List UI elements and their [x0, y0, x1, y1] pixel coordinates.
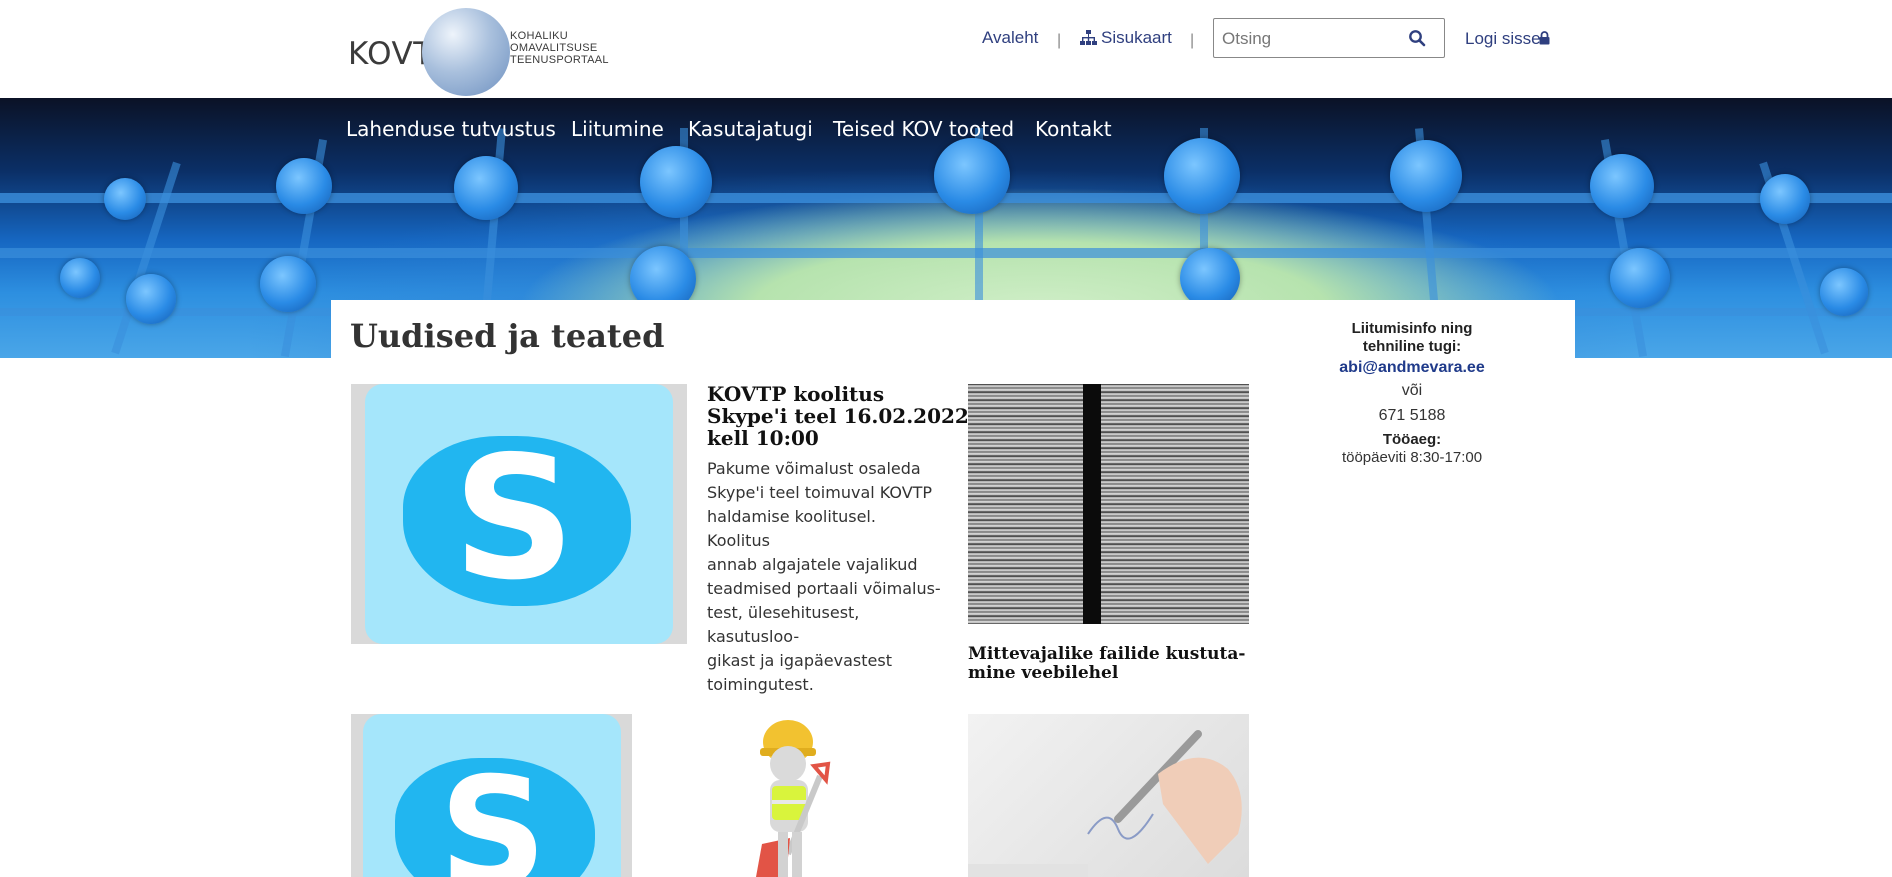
sitemap-link[interactable]: Sisukaart [1101, 28, 1172, 48]
grid-node [260, 256, 316, 312]
lock-icon [1539, 31, 1550, 45]
grid-node [1590, 154, 1654, 218]
support-heading-line: Liitumisinfo ning [1351, 320, 1473, 337]
news-image-papers[interactable] [968, 384, 1249, 624]
news-title-line: Mittevajalike failide kustuta- [968, 644, 1246, 664]
grid-node [126, 274, 176, 324]
support-email-link[interactable]: abi@andmevara.ee [1339, 359, 1484, 376]
news-body: Pakume võimalust osaleda Skype'i teel to… [707, 457, 943, 697]
sitemap-icon [1080, 30, 1097, 46]
or-text: või [1401, 382, 1423, 399]
grid-node [1610, 248, 1670, 308]
nav-item-teised-kov-tooted[interactable]: Teised KOV tooted [833, 117, 1014, 141]
page-title: Uudised ja teated [350, 317, 665, 355]
news-title[interactable]: KOVTP koolitus Skype'i teel 16.02.2022 k… [707, 383, 969, 449]
working-hours: tööpäeviti 8:30-17:00 [1341, 449, 1483, 466]
kovtp-logo[interactable]: KOVTP KOHALIKU OMAVALITSUSE TEENUSPORTAA… [348, 6, 609, 98]
home-link[interactable]: Avaleht [982, 28, 1038, 48]
separator: | [1190, 32, 1195, 49]
support-heading-line: tehniline tugi: [1362, 338, 1462, 355]
logo-subtitle-line: KOHALIKU [510, 30, 569, 42]
header: KOVTP KOHALIKU OMAVALITSUSE TEENUSPORTAA… [0, 0, 1892, 98]
news-title-line: Skype'i teel 16.02.2022 [707, 404, 969, 428]
news-body-line: teadmised portaali võimalus- [707, 579, 941, 598]
grid-node [454, 156, 518, 220]
news-title-line: kell 10:00 [707, 426, 819, 450]
news-body-line: Skype'i teel toimuval KOVTP [707, 483, 933, 502]
grid-node [1180, 248, 1240, 308]
nav-item-liitumine[interactable]: Liitumine [571, 117, 664, 141]
nav-item-kontakt[interactable]: Kontakt [1035, 117, 1112, 141]
support-phone: 671 5188 [1378, 407, 1446, 424]
grid-node [1820, 268, 1868, 316]
separator: | [1057, 32, 1062, 49]
grid-node [104, 178, 146, 220]
grid-node [276, 158, 332, 214]
news-image-skype[interactable]: S [351, 384, 687, 644]
news-body-line: toimingutest. [707, 675, 814, 694]
news-body-line: annab algajatele vajalikud [707, 555, 918, 574]
search-icon[interactable] [1408, 29, 1426, 47]
news-image-signing[interactable] [968, 714, 1249, 877]
search-box [1213, 18, 1445, 58]
skype-s-icon: S [452, 420, 576, 618]
news-title[interactable]: Mittevajalike failide kustuta- mine veeb… [968, 645, 1245, 683]
news-image-construction-worker[interactable] [728, 714, 858, 877]
login-link[interactable]: Logi sisse [1465, 29, 1541, 49]
hours-label: Tööaeg: [1382, 431, 1442, 448]
nav-item-lahenduse-tutvustus[interactable]: Lahenduse tutvustus [346, 117, 556, 141]
nav-item-kasutajatugi[interactable]: Kasutajatugi [688, 117, 813, 141]
news-image-skype[interactable]: S [351, 714, 632, 877]
logo-globe-icon [422, 8, 510, 96]
grid-node [60, 258, 100, 298]
papers-divider [1083, 384, 1101, 624]
support-heading: Liitumisinfo ning tehniline tugi: [1318, 320, 1506, 356]
logo-subtitle-line: TEENUSPORTAAL [510, 54, 609, 66]
news-body-line: test, ülesehitusest, kasutusloo- [707, 603, 860, 646]
news-body-line: Pakume võimalust osaleda [707, 459, 921, 478]
logo-subtitle: KOHALIKU OMAVALITSUSE TEENUSPORTAAL [510, 30, 609, 66]
news-body-line: haldamise koolitusel. Koolitus [707, 507, 876, 550]
skype-s-icon: S [438, 746, 548, 877]
logo-subtitle-line: OMAVALITSUSE [510, 42, 598, 54]
search-input[interactable] [1220, 26, 1404, 52]
main-nav: Lahenduse tutvustus Liitumine Kasutajatu… [0, 98, 1892, 158]
support-sidebar: Liitumisinfo ning tehniline tugi: abi@an… [1318, 320, 1506, 466]
grid-node [1760, 174, 1810, 224]
news-body-line: gikast ja igapäevastest [707, 651, 892, 670]
news-title-line: KOVTP koolitus [707, 382, 885, 406]
news-title-line: mine veebilehel [968, 663, 1119, 683]
